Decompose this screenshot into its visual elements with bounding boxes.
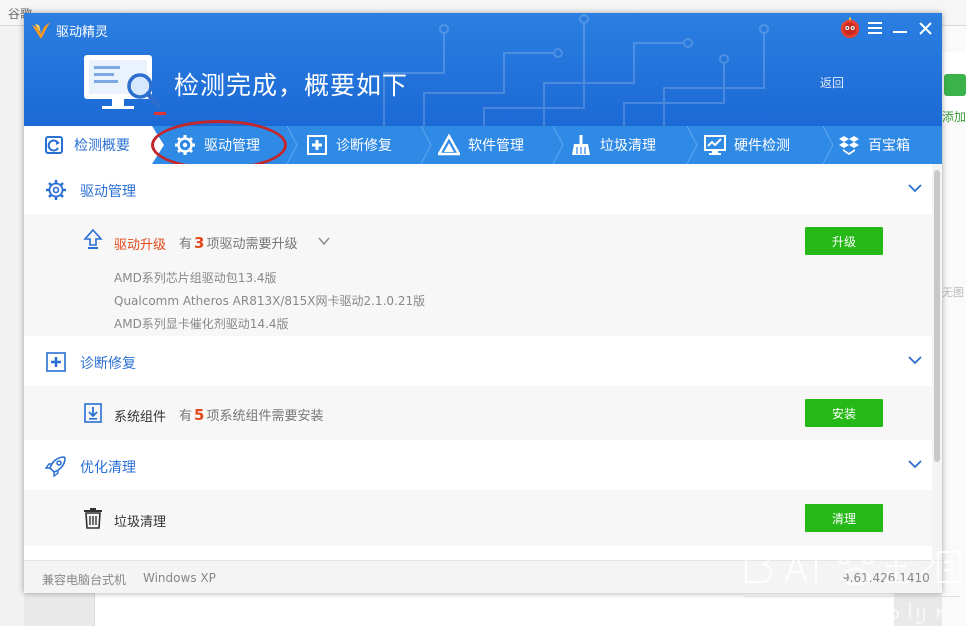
tab-toolbox[interactable]: 百宝箱 [838,126,942,164]
app-title-bar: 驱动精灵 [30,19,108,41]
driver-genius-window: 驱动精灵 检测完成，概要如下 返回 检测概要 驱动管理 诊断修复 软件管理 垃圾… [24,13,942,593]
gear-icon [46,180,66,200]
system-component-prefix: 有 [179,409,193,424]
tab-separator [822,126,834,164]
annotation-highlight-ring [151,120,287,170]
section-driver-management-title: 驱动管理 [80,184,136,200]
window-header: 驱动精灵 检测完成，概要如下 返回 [24,13,942,126]
close-icon [918,21,932,35]
back-link[interactable]: 返回 [820,74,844,91]
install-button[interactable]: 安装 [805,399,883,427]
section-diagnose-title: 诊断修复 [80,356,136,372]
triangle-app-icon [438,134,460,156]
hero-area: 检测完成，概要如下 [82,53,408,115]
driver-upgrade-count: 3 [194,234,205,252]
driver-upgrade-summary: 有 3 项驱动需要升级 [179,233,297,252]
robot-mascot-button[interactable] [839,17,861,39]
summary-content: 驱动管理 驱动升级 有 3 项驱动需要升级 升级 AMD系列芯片组驱动包13.4版 … [24,164,932,560]
system-component-suffix: 项系统组件需要安装 [206,409,324,424]
monitor-chart-icon [704,135,726,155]
medical-cross-icon [46,352,66,372]
tab-separator [686,126,698,164]
rocket-icon [44,456,66,478]
driver-item: Qualcomm Atheros AR813X/815X网卡驱动2.1.0.21… [114,294,426,308]
junk-cleanup-title: 垃圾清理 [114,515,167,530]
tab-junk-cleanup-label: 垃圾清理 [600,138,656,154]
expand-chevron-icon[interactable] [318,237,330,246]
chevron-down-icon[interactable] [908,183,922,193]
chevron-down-icon[interactable] [908,355,922,365]
minimize-button[interactable] [889,17,911,39]
hero-title: 检测完成，概要如下 [174,71,409,100]
no-image-label: 无图 [942,286,964,299]
tab-software-management[interactable]: 软件管理 [438,126,566,164]
driver-upgrade-title: 驱动升级 [114,238,167,253]
content-scrollbar[interactable] [932,164,942,560]
tab-software-management-label: 软件管理 [468,138,524,154]
section-diagnose-body: 系统组件 有 5 项系统组件需要安装 安装 [24,386,932,440]
tab-overview-label: 检测概要 [74,138,130,154]
close-button[interactable] [914,17,936,39]
box-icon [839,136,859,155]
section-optimize-title: 优化清理 [80,460,136,476]
section-optimize-header[interactable]: 优化清理 [24,440,932,490]
system-component-summary: 有 5 项系统组件需要安装 [179,405,323,424]
upgrade-button[interactable]: 升级 [805,227,883,255]
add-image-icon [944,74,966,96]
hamburger-menu-icon [868,22,882,34]
tab-diagnose-repair[interactable]: 诊断修复 [306,126,434,164]
driver-upgrade-prefix: 有 [179,237,193,252]
monitor-scan-icon [84,55,161,109]
tab-hardware-detection-label: 硬件检测 [734,138,790,154]
section-diagnose-header[interactable]: 诊断修复 [24,336,932,386]
refresh-icon [45,136,63,154]
trash-icon [84,508,102,529]
tab-toolbox-label: 百宝箱 [868,138,910,154]
add-label: 添加 [942,110,966,124]
add-button[interactable]: 添加 [942,52,966,124]
robot-icon [840,17,860,39]
tab-diagnose-repair-label: 诊断修复 [336,138,392,154]
system-component-title: 系统组件 [114,410,167,425]
app-title: 驱动精灵 [56,24,109,40]
scrollbar-thumb[interactable] [934,170,940,462]
section-driver-management-header[interactable]: 驱动管理 [24,164,932,214]
window-controls [836,17,936,39]
driver-upgrade-suffix: 项驱动需要升级 [206,237,298,252]
baidu-jingyan-watermark-icon [744,547,961,625]
minimize-icon [893,31,907,33]
browser-left-panel [0,26,24,626]
medical-cross-icon [307,135,327,155]
upgrade-arrow-icon [83,228,103,249]
tab-separator [286,126,298,164]
tab-separator [552,126,564,164]
tab-hardware-detection[interactable]: 硬件检测 [704,126,832,164]
circuit-decoration-icon [383,14,769,126]
tab-separator [420,126,432,164]
driver-item: AMD系列芯片组驱动包13.4版 [114,271,277,285]
driver-item: AMD系列显卡催化剂驱动14.4版 [114,317,289,331]
logo-icon [32,22,50,39]
browser-right-panel: 添加 无图 [942,26,966,626]
section-driver-management-body: 驱动升级 有 3 项驱动需要升级 升级 AMD系列芯片组驱动包13.4版 Qualc… [24,214,932,336]
menu-button[interactable] [864,17,886,39]
system-component-icon [84,403,102,423]
tab-overview[interactable]: 检测概要 [24,126,152,164]
clean-button[interactable]: 清理 [805,504,883,532]
broom-icon [572,135,590,155]
tab-junk-cleanup[interactable]: 垃圾清理 [570,126,698,164]
chevron-down-icon[interactable] [908,459,922,469]
system-component-count: 5 [194,406,205,424]
new-indicator [154,112,166,115]
os-version: Windows XP [143,571,216,585]
machine-type: 兼容电脑台式机 [42,573,127,587]
